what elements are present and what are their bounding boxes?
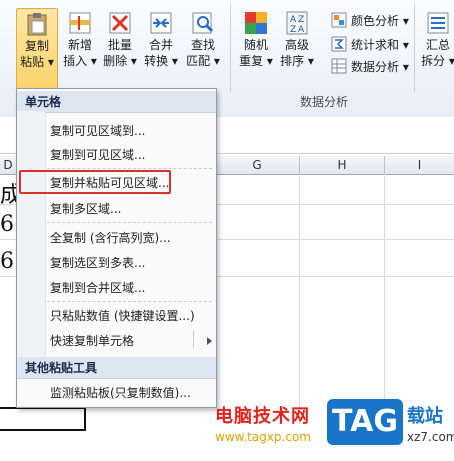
batch-delete-label-2: 删除 ▾ xyxy=(103,54,137,68)
menu-separator xyxy=(47,222,212,223)
column-header-h[interactable]: H xyxy=(300,156,385,174)
submenu-divider xyxy=(193,330,194,348)
column-header-d[interactable]: D xyxy=(0,156,17,174)
copy-paste-label-2: 粘贴 ▾ xyxy=(20,55,54,69)
advanced-sort-label-1: 高级 xyxy=(284,38,309,52)
menu-header-other-paste: 其他粘贴工具 xyxy=(17,357,216,379)
menu-item-full-copy[interactable]: 全复制 (含行高列宽)... xyxy=(50,230,171,246)
merge-label-2: 转换 ▾ xyxy=(144,54,178,68)
group-label-data-analysis: 数据分析 xyxy=(300,95,349,109)
advanced-sort-label-2: 排序 ▾ xyxy=(280,54,314,68)
sum-stats-item[interactable]: 统计求和 ▾ xyxy=(331,34,409,54)
color-analysis-item[interactable]: 颜色分析 ▾ xyxy=(331,10,409,30)
copy-paste-label-1: 复制 xyxy=(24,39,49,53)
sort-az-icon: AZZA xyxy=(284,10,310,36)
find-match-label-1: 查找 xyxy=(190,38,215,52)
delete-icon xyxy=(107,10,133,36)
sum-stats-label: 统计求和 ▾ xyxy=(351,37,409,52)
advanced-sort-button[interactable]: AZZA 高级 排序 ▾ xyxy=(277,8,317,69)
insert-icon xyxy=(67,10,93,36)
grid-line xyxy=(384,174,385,424)
random-repeat-button[interactable]: 随机 重复 ▾ xyxy=(236,8,276,69)
color-grid-icon xyxy=(331,12,347,28)
clipboard-icon xyxy=(24,11,50,37)
summary-label-1: 汇总 xyxy=(425,38,450,52)
summary-label-2: 拆分 ▾ xyxy=(421,54,454,68)
menu-item-copy-to-visible[interactable]: 复制到可见区域... xyxy=(50,147,145,163)
svg-text:A: A xyxy=(290,15,297,25)
watermark: 电脑技术网 www.tagxp.com TAG 载站 xz7.com xyxy=(205,398,454,461)
random-label-2: 重复 ▾ xyxy=(239,54,273,68)
summary-split-button[interactable]: 汇总 拆分 ▾ xyxy=(418,8,454,69)
watermark-url: www.tagxp.com xyxy=(215,430,311,444)
watermark-tag-logo: TAG xyxy=(327,399,403,445)
watermark-site: 载站 xyxy=(407,406,443,427)
cell-d3[interactable]: 6 xyxy=(0,212,14,237)
watermark-text: 电脑技术网 xyxy=(215,406,310,427)
insert-button[interactable]: 新增 插入 ▾ xyxy=(60,8,100,69)
paste-dropdown-menu: 单元格 复制可见区域到... 复制到可见区域... 复制并粘贴可见区域... 复… xyxy=(16,88,217,408)
batch-delete-button[interactable]: 批量 删除 ▾ xyxy=(100,8,140,69)
menu-icon-gutter xyxy=(17,111,46,361)
find-match-label-2: 匹配 ▾ xyxy=(186,54,220,68)
selected-cell[interactable] xyxy=(0,407,86,431)
menu-separator xyxy=(47,168,212,169)
menu-item-quick-copy-cell[interactable]: 快速复制单元格 xyxy=(50,333,134,349)
random-label-1: 随机 xyxy=(243,38,268,52)
color-analysis-label: 颜色分析 ▾ xyxy=(351,13,409,28)
column-header-g[interactable]: G xyxy=(215,156,300,174)
merge-icon xyxy=(148,10,174,36)
merge-label-1: 合并 xyxy=(148,38,173,52)
svg-text:A: A xyxy=(298,25,305,35)
insert-label-1: 新增 xyxy=(67,38,92,52)
column-header-i[interactable]: I xyxy=(385,156,454,174)
copy-paste-button[interactable]: 复制 粘贴 ▾ xyxy=(16,8,58,90)
data-analysis-item[interactable]: 数据分析 ▾ xyxy=(331,56,409,76)
watermark-url-2: xz7.com xyxy=(407,430,454,444)
svg-text:Z: Z xyxy=(298,15,304,25)
menu-item-copy-to-merged[interactable]: 复制到合并区域... xyxy=(50,280,145,296)
batch-delete-label-1: 批量 xyxy=(107,38,132,52)
menu-item-copy-visible-to[interactable]: 复制可见区域到... xyxy=(50,123,145,139)
menu-item-paste-values[interactable]: 只粘贴数值 (快捷键设置...) xyxy=(50,308,195,324)
ribbon-separator-2 xyxy=(414,4,415,92)
data-grid-icon xyxy=(331,58,347,74)
insert-label-2: 插入 ▾ xyxy=(63,54,97,68)
highlight-box xyxy=(19,170,171,194)
menu-item-copy-multi-area[interactable]: 复制多区域... xyxy=(50,201,121,217)
submenu-arrow-icon xyxy=(207,337,212,345)
ribbon-separator xyxy=(230,4,231,92)
find-match-button[interactable]: 查找 匹配 ▾ xyxy=(183,8,223,69)
sum-icon xyxy=(331,36,347,52)
menu-item-copy-to-sheets[interactable]: 复制选区到多表... xyxy=(50,255,145,271)
menu-item-monitor-clipboard[interactable]: 监测粘贴板(只复制数值)... xyxy=(50,385,191,401)
menu-separator xyxy=(47,301,212,302)
data-analysis-label: 数据分析 ▾ xyxy=(351,59,409,74)
grid-line xyxy=(299,174,300,424)
summary-icon xyxy=(425,10,451,36)
svg-text:Z: Z xyxy=(290,25,296,35)
cell-d4[interactable]: 6 xyxy=(0,249,14,274)
magnifier-icon xyxy=(190,10,216,36)
merge-convert-button[interactable]: 合并 转换 ▾ xyxy=(141,8,181,69)
random-icon xyxy=(243,10,269,36)
menu-header-cells: 单元格 xyxy=(17,91,216,113)
